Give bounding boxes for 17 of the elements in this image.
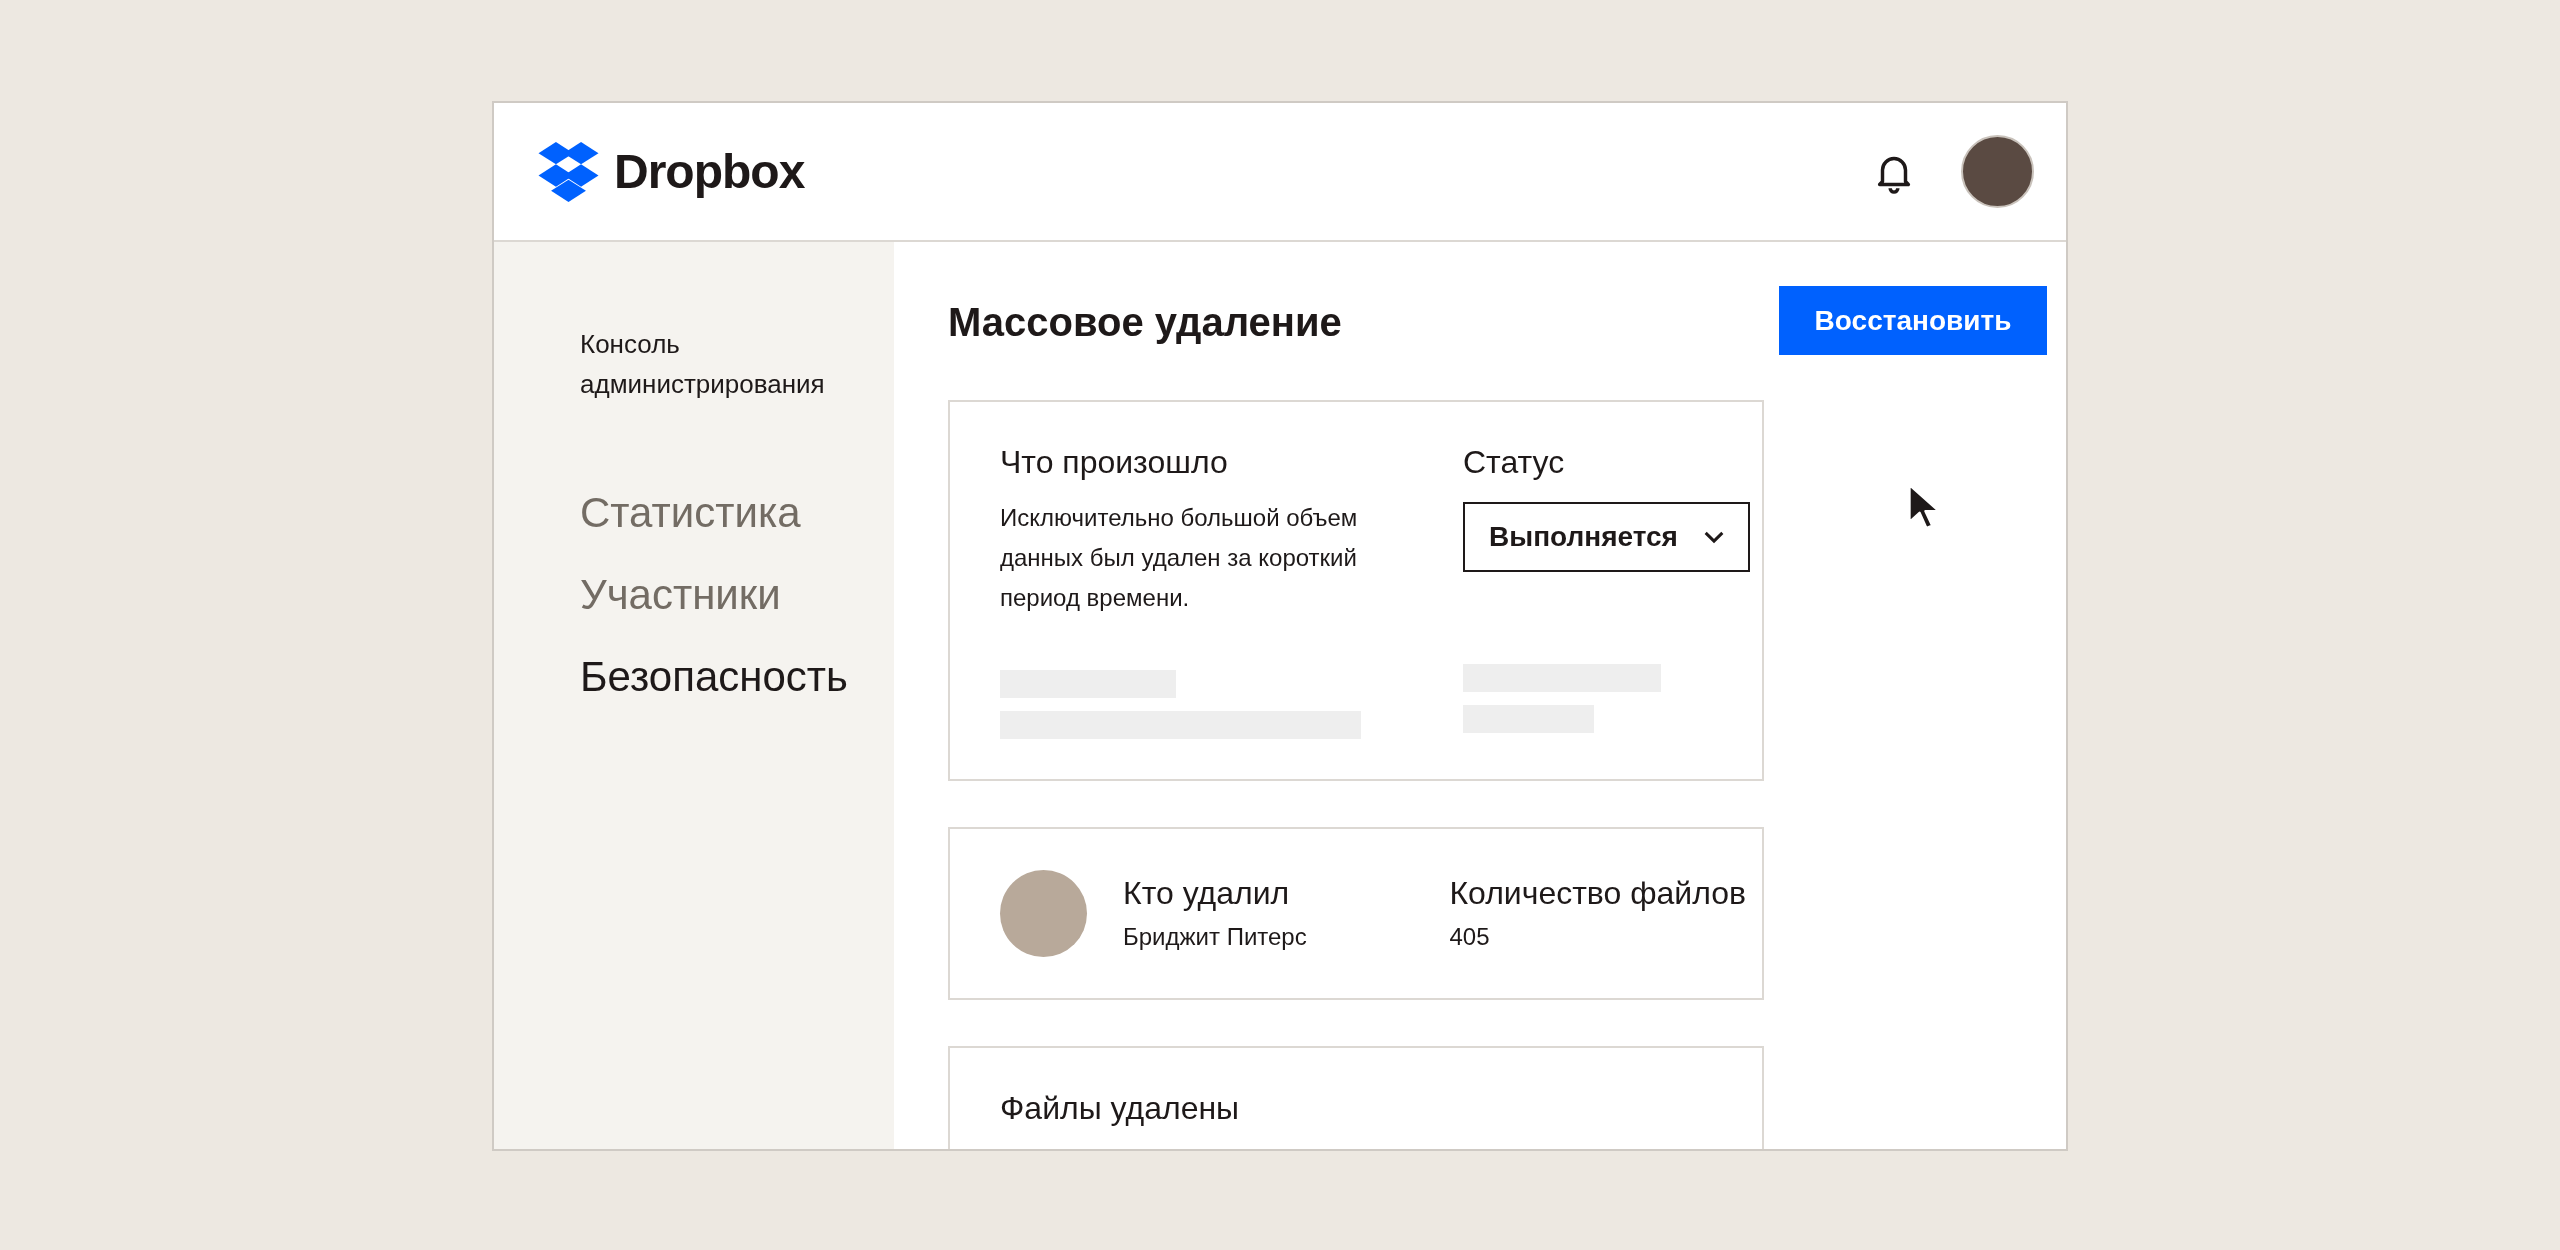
card-heading: Количество файлов bbox=[1449, 873, 1746, 913]
restore-button[interactable]: Восстановить bbox=[1779, 286, 2047, 355]
card-heading: Файлы удалены bbox=[1000, 1089, 1241, 1128]
file-count: 405 bbox=[1449, 921, 1491, 952]
status-dropdown[interactable]: Выполняется bbox=[1463, 502, 1750, 572]
nav-item[interactable]: Участники bbox=[580, 570, 894, 620]
card-heading: Статус bbox=[1463, 443, 1566, 482]
page-title: Массовое удаление bbox=[948, 300, 1342, 345]
card-heading: Что произошло bbox=[1000, 443, 1229, 482]
sidebar-title: Консоль администрирования bbox=[580, 328, 826, 401]
chevron-down-icon bbox=[1704, 530, 1724, 544]
deleter-name: Бриджит Питерс bbox=[1123, 921, 1307, 952]
card-heading: Кто удалил bbox=[1123, 873, 1291, 913]
logo-wordmark: Dropbox bbox=[614, 144, 805, 199]
incident-description: Исключительно большой объем данных был удален за короткий период времени. bbox=[1000, 503, 1359, 613]
nav-item[interactable]: Статистика bbox=[580, 488, 894, 538]
nav-item[interactable]: Безопасность bbox=[580, 652, 894, 702]
